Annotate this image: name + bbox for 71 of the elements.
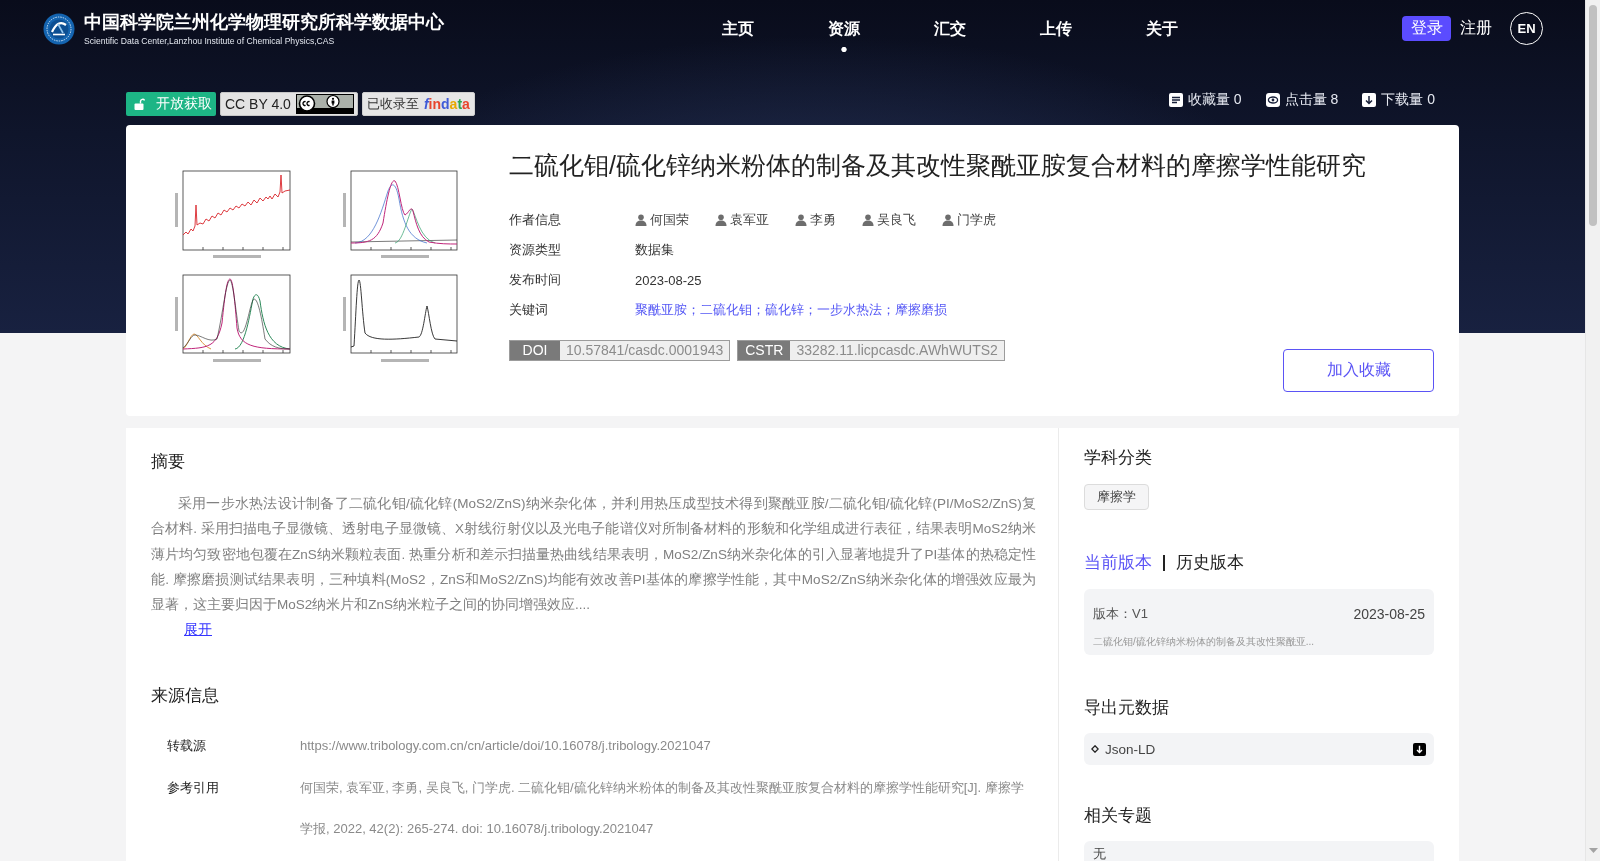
license-badge[interactable]: CC BY 4.0	[220, 92, 358, 116]
keywords-link[interactable]: 聚酰亚胺；二硫化钼；硫化锌；一步水热法；摩擦磨损	[635, 301, 947, 319]
nav-tab[interactable]: 汇交	[934, 18, 966, 52]
diamond-icon	[1091, 745, 1099, 753]
topic-item: 无	[1084, 841, 1434, 861]
findata-logo: findata	[423, 96, 470, 112]
source-value: 何国荣, 袁军亚, 李勇, 吴良飞, 门学虎. 二硫化钼/硫化锌纳米粉体的制备及其改性聚酰亚胺复合材料的摩擦学性能研究[J]. 摩擦学学报, 2022, 42(2): 265-274. doi: 10.16078/j.tribology.2021047	[300, 778, 1025, 838]
scrollbar[interactable]	[1585, 0, 1600, 861]
padlock-icon	[134, 98, 145, 110]
author-name: 李勇	[810, 211, 836, 229]
field-value: 数据集	[635, 241, 674, 259]
badge-text: 开放获取	[156, 95, 212, 113]
scrollbar-thumb[interactable]	[1589, 5, 1597, 226]
expand-link[interactable]: 展开	[184, 621, 212, 638]
abstract-text: 采用一步水热法设计制备了二硫化钼/硫化锌(MoS2/ZnS)纳米杂化体，并利用热压成型技术得到聚酰亚胺/二硫化钼/硫化锌(PI/MoS2/ZnS)复合材料. 采用扫描电子显微镜、透射电子显微镜、X射线衍射仪以及光电子能谱仪对所制备材料的形貌和化学组成进行表征，结果表明MoS2纳米薄片均匀致密地包覆在ZnS纳米颗粒表面. 热重分析和差示扫描量热曲线结果表明，MoS2/ZnS纳米杂化体的引入显著地提升了PI基体的热稳定性能. 摩擦磨损测试结果表明，三种填料(MoS2，ZnS和MoS2/ZnS)均能有效改善PI基体的摩擦学性能，其中MoS2/ZnS纳米杂化体的增强效应最为显著，这主要归因于MoS2纳米片和ZnS纳米粒子之间的协同增强效应....	[151, 495, 1036, 615]
identifier-value: 33282.11.licpcasdc.AWhWUTS2	[790, 341, 1004, 360]
author-name: 袁军亚	[730, 211, 769, 229]
stat-text: 点击量 8	[1284, 91, 1339, 109]
version-tab[interactable]: 当前版本	[1084, 552, 1152, 574]
indexed-text: 已收录至	[366, 95, 419, 113]
add-favorite-button[interactable]: 加入收藏	[1283, 349, 1434, 392]
identifier-value: 10.57841/casdc.0001943	[560, 341, 730, 360]
source-value: https://www.tribology.com.cn/cn/article/doi/10.16078/j.tribology.2021047	[300, 736, 712, 755]
site-subtitle: Scientific Data Center,Lanzhou Institute of Chemical Physics,CAS	[84, 35, 336, 47]
section-heading: 导出元数据	[1084, 697, 1170, 719]
login-button[interactable]: 登录	[1402, 16, 1451, 41]
field-label: 资源类型	[509, 241, 562, 259]
identifier-label: DOI	[510, 341, 560, 360]
stat-text: 下载量 0	[1381, 91, 1435, 109]
source-label: 转载源	[167, 736, 207, 755]
export-format-name: Json-LD	[1105, 741, 1156, 757]
field-label: 发布时间	[509, 271, 562, 289]
version-tab[interactable]: 历史版本	[1175, 552, 1244, 574]
person-icon	[715, 214, 727, 226]
section-heading: 相关专题	[1084, 805, 1153, 827]
person-icon	[942, 214, 954, 226]
person-icon	[795, 214, 807, 226]
dataset-title: 二硫化钼/硫化锌纳米粉体的制备及其改性聚酰亚胺复合材料的摩擦学性能研究	[509, 150, 1367, 181]
nav-tab[interactable]: 资源	[828, 18, 860, 52]
export-format-item[interactable]: Json-LD	[1084, 733, 1434, 765]
stat-text: 收藏量 0	[1187, 91, 1242, 109]
indexed-badge[interactable]: 已收录至 findata	[361, 92, 475, 116]
author-name: 门学虎	[957, 211, 996, 229]
list-icon	[1168, 93, 1183, 107]
license-text: CC BY 4.0	[225, 96, 291, 112]
register-link[interactable]: 注册	[1460, 18, 1492, 39]
nav-tab[interactable]: 关于	[1146, 18, 1178, 52]
section-heading: 来源信息	[151, 684, 220, 707]
license-logo-icon	[295, 94, 354, 114]
subject-tag[interactable]: 摩擦学	[1084, 484, 1149, 510]
version-label: 版本：V1	[1093, 605, 1148, 623]
scroll-down-icon[interactable]	[1588, 848, 1598, 853]
nav-tab[interactable]: 主页	[722, 18, 754, 52]
download-icon[interactable]	[1413, 742, 1426, 756]
download-icon	[1362, 93, 1377, 107]
field-label: 作者信息	[509, 211, 562, 229]
field-label: 关键词	[509, 301, 549, 319]
person-icon	[635, 214, 647, 226]
field-value: 2023-08-25	[635, 272, 702, 288]
section-heading: 学科分类	[1084, 447, 1153, 469]
author-name: 何国荣	[650, 211, 689, 229]
section-heading: 摘要	[151, 451, 186, 473]
author-name: 吴良飞	[877, 211, 916, 229]
version-date: 2023-08-25	[1353, 606, 1425, 622]
identifier-label: CSTR	[738, 341, 791, 360]
source-label: 参考引用	[167, 778, 220, 797]
eye-icon	[1265, 93, 1280, 107]
nav-tab[interactable]: 上传	[1040, 18, 1072, 52]
site-title: 中国科学院兰州化学物理研究所科学数据中心	[84, 10, 444, 33]
round-emblem-icon[interactable]	[43, 12, 75, 45]
person-icon	[862, 214, 874, 226]
